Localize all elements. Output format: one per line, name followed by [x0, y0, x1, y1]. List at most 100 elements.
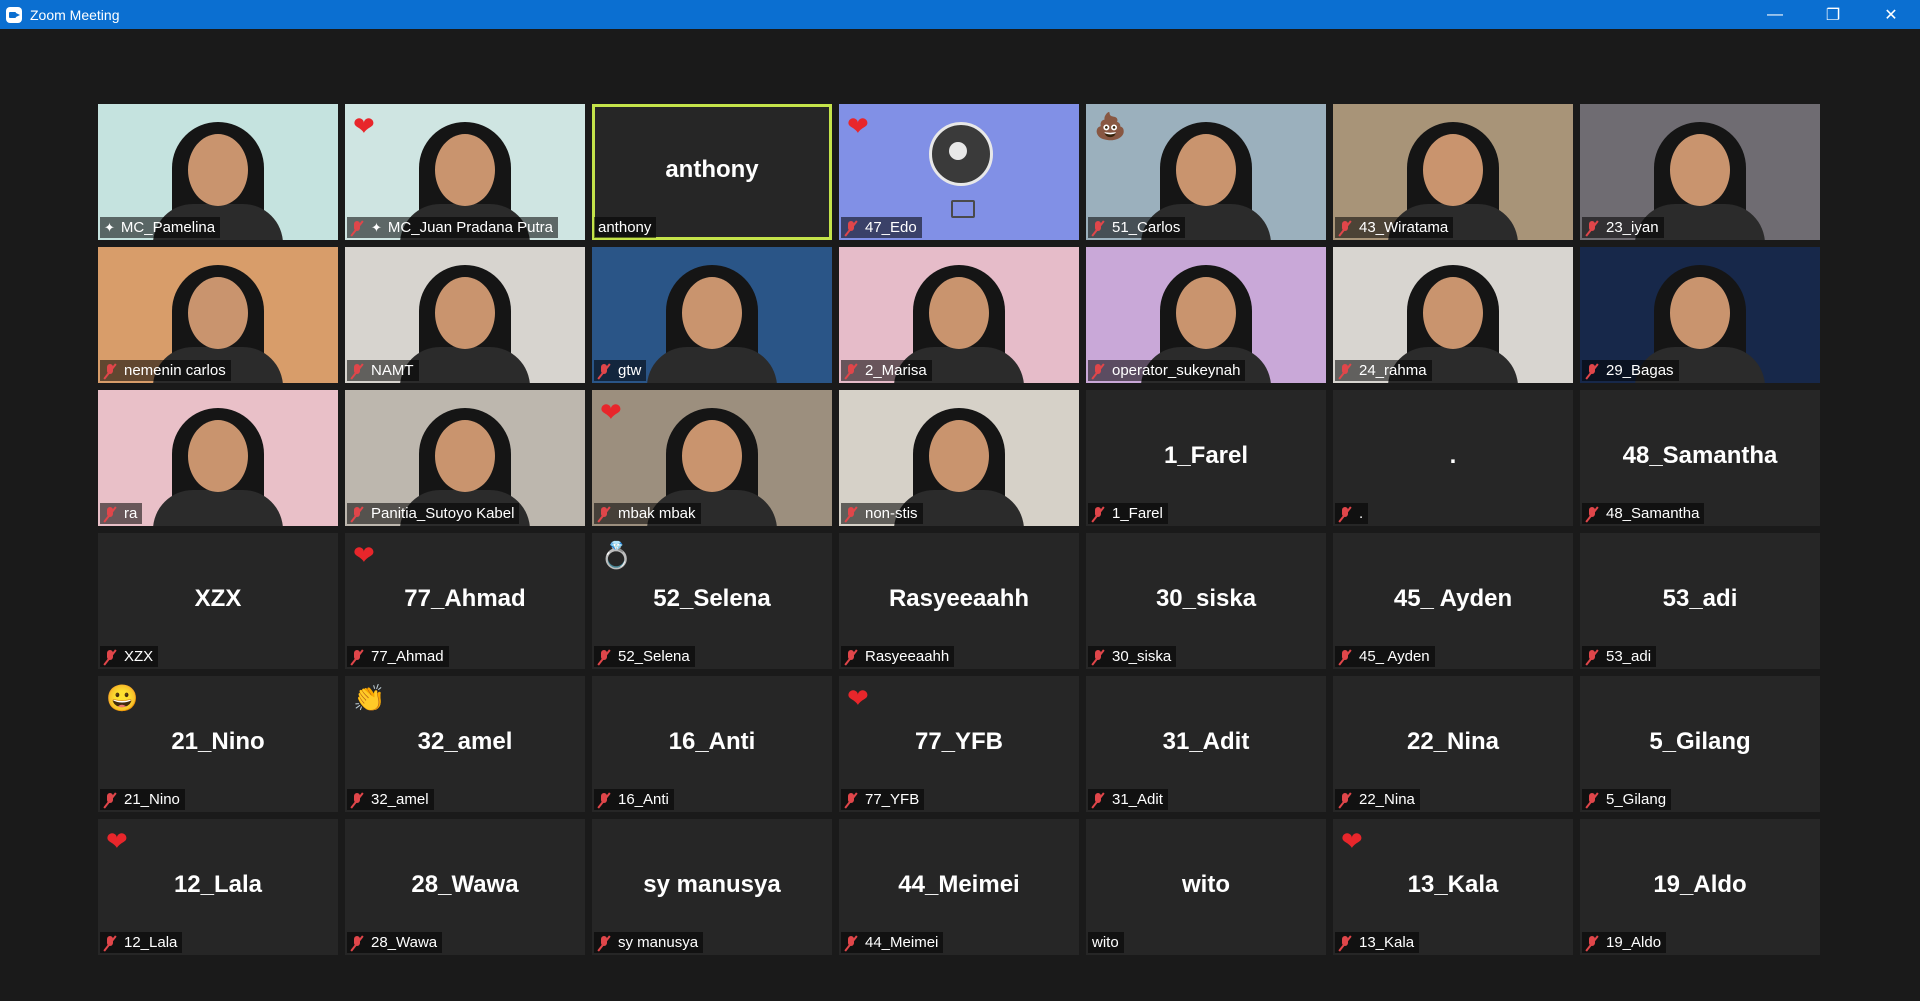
- participant-name: 53_adi: [1606, 648, 1652, 665]
- participant-name: NAMT: [371, 362, 414, 379]
- mic-muted-icon: [351, 792, 363, 808]
- participant-tile[interactable]: 52_Selena 💍 52_Selena: [592, 533, 832, 669]
- participant-name: gtw: [618, 362, 642, 379]
- name-label: Rasyeeaahh: [841, 646, 955, 667]
- participant-name: 29_Bagas: [1606, 362, 1674, 379]
- person-face: [188, 420, 248, 492]
- participant-tile[interactable]: 21_Nino 😀 21_Nino: [98, 676, 338, 812]
- name-label: wito: [1088, 932, 1124, 953]
- mic-muted-icon: [1092, 506, 1104, 522]
- participant-tile[interactable]: 19_Aldo 19_Aldo: [1580, 819, 1820, 955]
- name-label: 45_ Ayden: [1335, 646, 1435, 667]
- participant-tile[interactable]: ❤ ✦ MC_Juan Pradana Putra: [345, 104, 585, 240]
- participant-name: 30_siska: [1112, 648, 1172, 665]
- participant-tile[interactable]: 32_amel 👏 32_amel: [345, 676, 585, 812]
- participant-tile[interactable]: 1_Farel 1_Farel: [1086, 390, 1326, 526]
- participant-name: XZX: [124, 648, 154, 665]
- participant-tile[interactable]: 24_rahma: [1333, 247, 1573, 383]
- participant-name: non-stis: [865, 505, 918, 522]
- participant-name: anthony: [598, 219, 652, 236]
- name-label: 28_Wawa: [347, 932, 443, 953]
- participant-tile[interactable]: 31_Adit 31_Adit: [1086, 676, 1326, 812]
- participant-tile[interactable]: 22_Nina 22_Nina: [1333, 676, 1573, 812]
- name-label: 13_Kala: [1335, 932, 1420, 953]
- mic-muted-icon: [1586, 649, 1598, 665]
- participant-tile[interactable]: 16_Anti 16_Anti: [592, 676, 832, 812]
- name-label: 31_Adit: [1088, 789, 1168, 810]
- reaction-icon: ❤: [847, 111, 869, 141]
- name-label: 19_Aldo: [1582, 932, 1667, 953]
- gallery-view: ✦ MC_Pamelina ❤ ✦ MC_Juan Pradana Putra antho…: [98, 104, 1820, 955]
- participant-tile[interactable]: gtw: [592, 247, 832, 383]
- window-title: Zoom Meeting: [30, 6, 120, 23]
- name-label: NAMT: [347, 360, 419, 381]
- participant-tile[interactable]: Panitia_Sutoyo Kabel: [345, 390, 585, 526]
- participant-tile[interactable]: 12_Lala ❤ 12_Lala: [98, 819, 338, 955]
- participant-tile[interactable]: 13_Kala ❤ 13_Kala: [1333, 819, 1573, 955]
- participant-tile[interactable]: 77_YFB ❤ 77_YFB: [839, 676, 1079, 812]
- person-face: [1423, 277, 1483, 349]
- participant-tile[interactable]: non-stis: [839, 390, 1079, 526]
- participant-tile[interactable]: 5_Gilang 5_Gilang: [1580, 676, 1820, 812]
- participant-tile[interactable]: ..: [1333, 390, 1573, 526]
- name-label: 32_amel: [347, 789, 434, 810]
- participant-name: 44_Meimei: [865, 934, 939, 951]
- person-face: [188, 277, 248, 349]
- mic-muted-icon: [1339, 792, 1351, 808]
- mic-muted-icon: [1339, 363, 1351, 379]
- mic-muted-icon: [1586, 792, 1598, 808]
- participant-name: 23_iyan: [1606, 219, 1659, 236]
- mic-muted-icon: [845, 649, 857, 665]
- person-face: [435, 420, 495, 492]
- participant-tile[interactable]: ❤ mbak mbak: [592, 390, 832, 526]
- participant-name: .: [1359, 505, 1364, 522]
- participant-tile[interactable]: operator_sukeynah: [1086, 247, 1326, 383]
- name-label: 43_Wiratama: [1335, 217, 1454, 238]
- participant-tile[interactable]: 48_Samantha 48_Samantha: [1580, 390, 1820, 526]
- participant-name: 24_rahma: [1359, 362, 1427, 379]
- participant-name: 31_Adit: [1112, 791, 1163, 808]
- participant-name: 13_Kala: [1359, 934, 1415, 951]
- participant-tile[interactable]: NAMT: [345, 247, 585, 383]
- name-label: ✦ MC_Juan Pradana Putra: [347, 217, 559, 238]
- mic-muted-icon: [1586, 506, 1598, 522]
- mic-muted-icon: [598, 363, 610, 379]
- participant-tile[interactable]: 53_adi 53_adi: [1580, 533, 1820, 669]
- participant-name: 47_Edo: [865, 219, 917, 236]
- mic-muted-icon: [845, 506, 857, 522]
- participant-display-name: .: [1449, 442, 1457, 469]
- participant-tile[interactable]: anthony anthony: [592, 104, 832, 240]
- name-label: 51_Carlos: [1088, 217, 1186, 238]
- person-face: [929, 277, 989, 349]
- name-label: ra: [100, 503, 143, 524]
- participant-tile[interactable]: Rasyeeaahh Rasyeeaahh: [839, 533, 1079, 669]
- window-controls: — ❐ ✕: [1746, 0, 1920, 29]
- participant-tile[interactable]: 28_Wawa 28_Wawa: [345, 819, 585, 955]
- participant-tile[interactable]: 23_iyan: [1580, 104, 1820, 240]
- participant-tile[interactable]: 77_Ahmad ❤ 77_Ahmad: [345, 533, 585, 669]
- participant-tile[interactable]: nemenin carlos: [98, 247, 338, 383]
- participant-tile[interactable]: 44_Meimei 44_Meimei: [839, 819, 1079, 955]
- name-label: 77_Ahmad: [347, 646, 449, 667]
- name-label: gtw: [594, 360, 647, 381]
- participant-tile[interactable]: 2_Marisa: [839, 247, 1079, 383]
- mic-muted-icon: [598, 792, 610, 808]
- participant-tile[interactable]: ra: [98, 390, 338, 526]
- participant-tile[interactable]: sy manusya sy manusya: [592, 819, 832, 955]
- close-button[interactable]: ✕: [1862, 0, 1920, 29]
- participant-tile[interactable]: 43_Wiratama: [1333, 104, 1573, 240]
- participant-tile[interactable]: 45_ Ayden 45_ Ayden: [1333, 533, 1573, 669]
- mic-muted-icon: [351, 649, 363, 665]
- participant-tile[interactable]: ❤ 47_Edo: [839, 104, 1079, 240]
- minimize-button[interactable]: —: [1746, 0, 1804, 29]
- restore-button[interactable]: ❐: [1804, 0, 1862, 29]
- participant-tile[interactable]: ✦ MC_Pamelina: [98, 104, 338, 240]
- participant-tile[interactable]: XZX XZX: [98, 533, 338, 669]
- participant-tile[interactable]: wito wito: [1086, 819, 1326, 955]
- participant-tile[interactable]: 30_siska 30_siska: [1086, 533, 1326, 669]
- participant-name: Panitia_Sutoyo Kabel: [371, 505, 515, 522]
- participant-tile[interactable]: 29_Bagas: [1580, 247, 1820, 383]
- reaction-icon: ❤: [353, 111, 375, 141]
- participant-tile[interactable]: 💩 51_Carlos: [1086, 104, 1326, 240]
- mic-muted-icon: [1339, 935, 1351, 951]
